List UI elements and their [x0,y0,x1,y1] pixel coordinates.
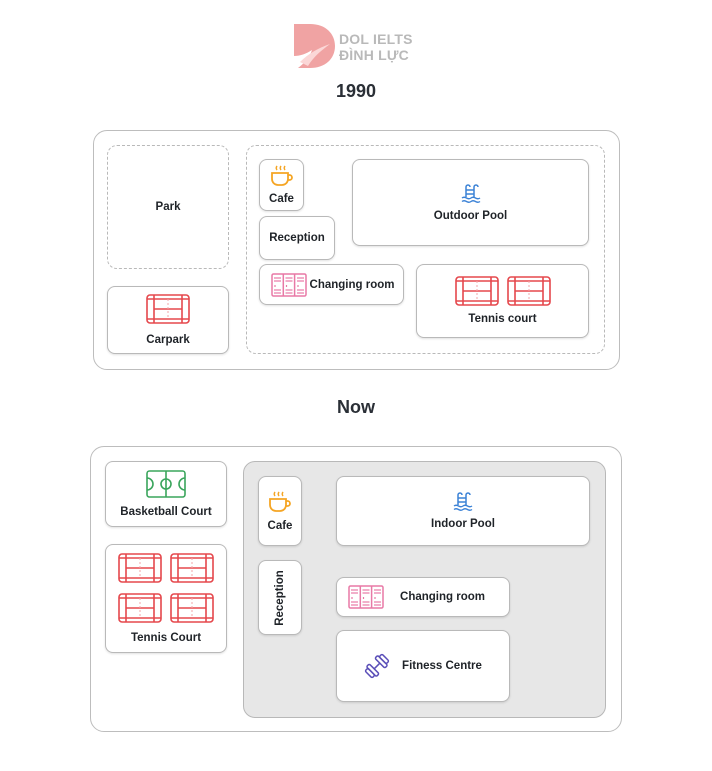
park-label: Park [155,201,181,213]
pool-ladder-icon [461,183,480,203]
coffee-cup-icon [270,165,293,186]
tennis-court-icon [118,552,162,583]
reception-label: Reception [274,569,286,626]
reception-1990: Reception [259,216,335,260]
brand-logo: DOL IELTS ĐÌNH LỰC [292,22,432,70]
reception-label: Reception [269,232,325,244]
brand-line-2: ĐÌNH LỰC [339,47,409,63]
fitness-centre-label: Fitness Centre [402,660,482,672]
carpark-label: Carpark [146,333,190,346]
cafe-1990: Cafe [259,159,304,211]
tennis-court-icon [118,592,162,623]
brand-name: DOL IELTS ĐÌNH LỰC [339,31,413,63]
reception-now: Reception [258,560,302,635]
changing-room-label: Changing room [400,591,485,603]
brand-line-1: DOL IELTS [339,31,413,47]
tennis-court-label: Tennis Court [130,631,202,644]
changing-room-now: Changing room [336,577,510,617]
changing-room-1990: Changing room [259,264,404,305]
tennis-court-icons [118,552,214,623]
outdoor-pool-1990: Outdoor Pool [352,159,589,246]
tennis-court-now: Tennis Court [105,544,227,653]
basketball-court-label: Basketball Court [120,505,212,518]
tennis-court-1990: Tennis court [416,264,589,338]
carpark-icon [146,293,190,324]
basketball-court-now: Basketball Court [105,461,227,527]
dumbbell-icon [364,653,390,679]
outdoor-pool-label: Outdoor Pool [433,209,508,222]
fitness-centre-now: Fitness Centre [336,630,510,702]
tennis-court-label: Tennis court [468,313,537,325]
tennis-court-icon [506,276,551,306]
map-title-1990: 1990 [335,81,377,101]
carpark-1990: Carpark [107,286,229,354]
park-1990: Park [107,145,229,269]
tennis-court-icon [170,552,214,583]
cafe-label: Cafe [267,519,293,532]
tennis-court-icon [454,276,499,306]
indoor-pool-label: Indoor Pool [431,518,495,530]
cafe-now: Cafe [258,476,302,546]
coffee-cup-icon [269,491,291,512]
tennis-court-icons [454,276,551,306]
map-title-now: Now [337,397,375,417]
indoor-pool-now: Indoor Pool [336,476,590,546]
pool-ladder-icon [453,492,473,511]
dol-logo-icon [294,24,335,68]
lockers-icon [271,272,307,297]
tennis-court-icon [170,592,214,623]
cafe-label: Cafe [269,193,294,205]
changing-room-label: Changing room [309,278,395,291]
lockers-icon [348,585,384,609]
basketball-court-icon [146,469,186,498]
